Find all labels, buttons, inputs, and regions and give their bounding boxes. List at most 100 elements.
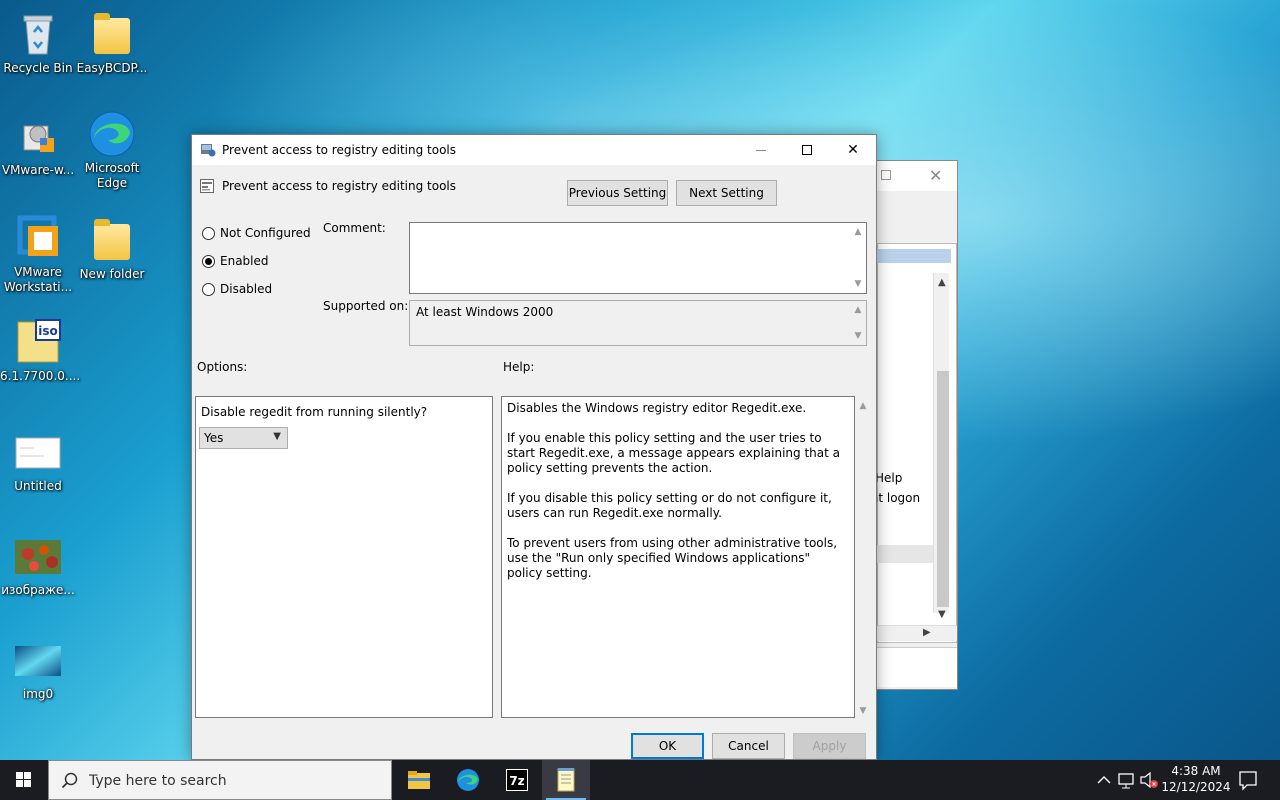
policy-setting-dialog[interactable]: Prevent access to registry editing tools… <box>191 134 877 760</box>
scroll-down-icon[interactable]: ▼ <box>852 279 864 289</box>
search-icon <box>61 772 79 790</box>
desktop-icon-iso[interactable]: iso 6.1.7700.0.... <box>0 318 81 384</box>
radio-not-configured[interactable]: Not Configured <box>202 224 311 242</box>
scroll-up-icon[interactable]: ▲ <box>852 227 864 237</box>
scroll-right-icon[interactable]: ▶ <box>923 627 931 638</box>
help-scroll-down-icon[interactable]: ▼ <box>857 706 869 716</box>
taskbar-edge[interactable] <box>444 760 492 800</box>
vmware-icon <box>14 214 62 262</box>
radio-label: Not Configured <box>220 226 311 240</box>
desktop-icon-vmware-workstation[interactable]: VMware Workstati... <box>0 214 76 295</box>
radio-circle[interactable] <box>202 226 215 240</box>
options-panel: Disable regedit from running silently? Y… <box>195 396 493 718</box>
recycle-bin-icon <box>14 10 62 58</box>
horizontal-scrollbar[interactable] <box>877 625 957 641</box>
notepad-icon <box>557 768 575 792</box>
edge-icon <box>88 110 136 158</box>
radio-label: Disabled <box>220 282 273 296</box>
scroll-down-icon[interactable]: ▼ <box>852 331 864 341</box>
taskbar-search[interactable]: Type here to search <box>48 760 392 800</box>
desktop-icon-image[interactable]: изображе... <box>0 532 76 598</box>
scroll-up-icon[interactable]: ▲ <box>938 277 946 288</box>
taskbar-file-explorer[interactable] <box>395 760 443 800</box>
maximize-icon[interactable] <box>881 170 891 180</box>
start-button[interactable] <box>0 760 48 800</box>
previous-setting-button[interactable]: Previous Setting <box>567 180 668 206</box>
list-item[interactable] <box>877 545 933 563</box>
scroll-up-icon[interactable]: ▲ <box>852 305 864 315</box>
image-file-icon <box>14 428 62 476</box>
selected-row[interactable] <box>877 249 951 263</box>
supported-on-field: At least Windows 2000 ▲ ▼ <box>409 300 867 346</box>
notifications-button[interactable] <box>1236 760 1260 800</box>
minimize-button[interactable] <box>738 135 784 165</box>
apply-button[interactable]: Apply <box>793 733 866 759</box>
radio-circle[interactable] <box>202 282 215 296</box>
help-paragraph: If you enable this policy setting and th… <box>507 431 840 475</box>
radio-enabled[interactable]: Enabled <box>202 252 269 270</box>
desktop-icon-label: Recycle Bin <box>3 61 73 75</box>
help-label: Help: <box>503 360 535 374</box>
svg-text:iso: iso <box>38 324 58 338</box>
desktop-icon-label: VMware Workstati... <box>3 265 73 294</box>
chevron-down-icon: ▼ <box>273 431 281 442</box>
maximize-icon <box>802 145 812 155</box>
chevron-up-icon <box>1097 776 1111 784</box>
desktop-icon-vmware-installer[interactable]: VMware-w... <box>0 112 76 178</box>
taskbar-notepad[interactable] <box>542 760 590 800</box>
desktop-icon-img0[interactable]: img0 <box>0 636 76 702</box>
supported-on-value: At least Windows 2000 <box>416 305 554 319</box>
radio-circle-checked[interactable] <box>202 254 215 268</box>
taskbar-7zip[interactable]: 7z <box>493 760 541 800</box>
status-area <box>877 647 957 687</box>
desktop-icon-untitled[interactable]: Untitled <box>0 428 76 494</box>
dialog-titlebar[interactable]: Prevent access to registry editing tools… <box>192 135 876 165</box>
option-question: Disable regedit from running silently? <box>201 405 428 419</box>
background-window-titlebar[interactable]: ✕ <box>863 161 957 191</box>
supported-on-label: Supported on: <box>323 299 409 313</box>
network-tray-button[interactable] <box>1116 760 1138 800</box>
folder-icon <box>88 216 136 264</box>
policy-name: Prevent access to registry editing tools <box>222 179 456 193</box>
windows-logo-icon <box>16 772 31 787</box>
close-button[interactable]: ✕ <box>830 135 876 165</box>
wallpaper-image-icon <box>14 636 62 684</box>
desktop-icon-label: img0 <box>22 687 54 701</box>
show-hidden-icons-button[interactable] <box>1094 760 1114 800</box>
options-label: Options: <box>197 360 248 374</box>
radio-disabled[interactable]: Disabled <box>202 280 272 298</box>
background-text-help: Help <box>875 471 903 485</box>
comment-textarea[interactable]: ▲ ▼ <box>409 222 867 294</box>
close-icon[interactable]: ✕ <box>929 166 942 185</box>
taskbar-clock[interactable]: 4:38 AM 12/12/2024 <box>1160 763 1232 795</box>
scrollbar-thumb[interactable] <box>937 371 949 607</box>
iso-file-icon: iso <box>14 318 62 366</box>
clock-date: 12/12/2024 <box>1161 780 1231 794</box>
ok-button[interactable]: OK <box>631 733 704 759</box>
desktop-icon-label: EasyBCDP... <box>76 61 148 75</box>
help-paragraph: Disables the Windows registry editor Reg… <box>507 401 807 415</box>
desktop-icon-new-folder[interactable]: New folder <box>74 216 150 282</box>
volume-tray-button[interactable] <box>1138 760 1160 800</box>
background-text-logon: at logon <box>871 491 921 505</box>
comment-label: Comment: <box>323 221 386 235</box>
notification-icon <box>1239 771 1257 791</box>
desktop-icon-easybcd[interactable]: EasyBCDP... <box>74 10 150 76</box>
desktop-icon-recycle-bin[interactable]: Recycle Bin <box>0 10 76 76</box>
7zip-icon: 7z <box>506 769 528 791</box>
radio-label: Enabled <box>220 254 269 268</box>
desktop-icon-label: Microsoft Edge <box>84 161 140 190</box>
help-scroll-up-icon[interactable]: ▲ <box>857 401 869 411</box>
cancel-button[interactable]: Cancel <box>712 733 785 759</box>
minimize-icon <box>756 150 766 151</box>
clock-time: 4:38 AM <box>1171 764 1221 778</box>
file-explorer-icon <box>408 771 430 789</box>
scroll-down-icon[interactable]: ▼ <box>938 609 946 620</box>
maximize-button[interactable] <box>784 135 830 165</box>
desktop-icon-label: 6.1.7700.0.... <box>0 369 81 383</box>
desktop-icon-edge[interactable]: Microsoft Edge <box>74 110 150 191</box>
next-setting-button[interactable]: Next Setting <box>676 180 777 206</box>
desktop-icon-label: Untitled <box>14 479 62 493</box>
option-dropdown[interactable]: Yes ▼ <box>199 427 288 449</box>
help-text: Disables the Windows registry editor Reg… <box>507 401 847 596</box>
